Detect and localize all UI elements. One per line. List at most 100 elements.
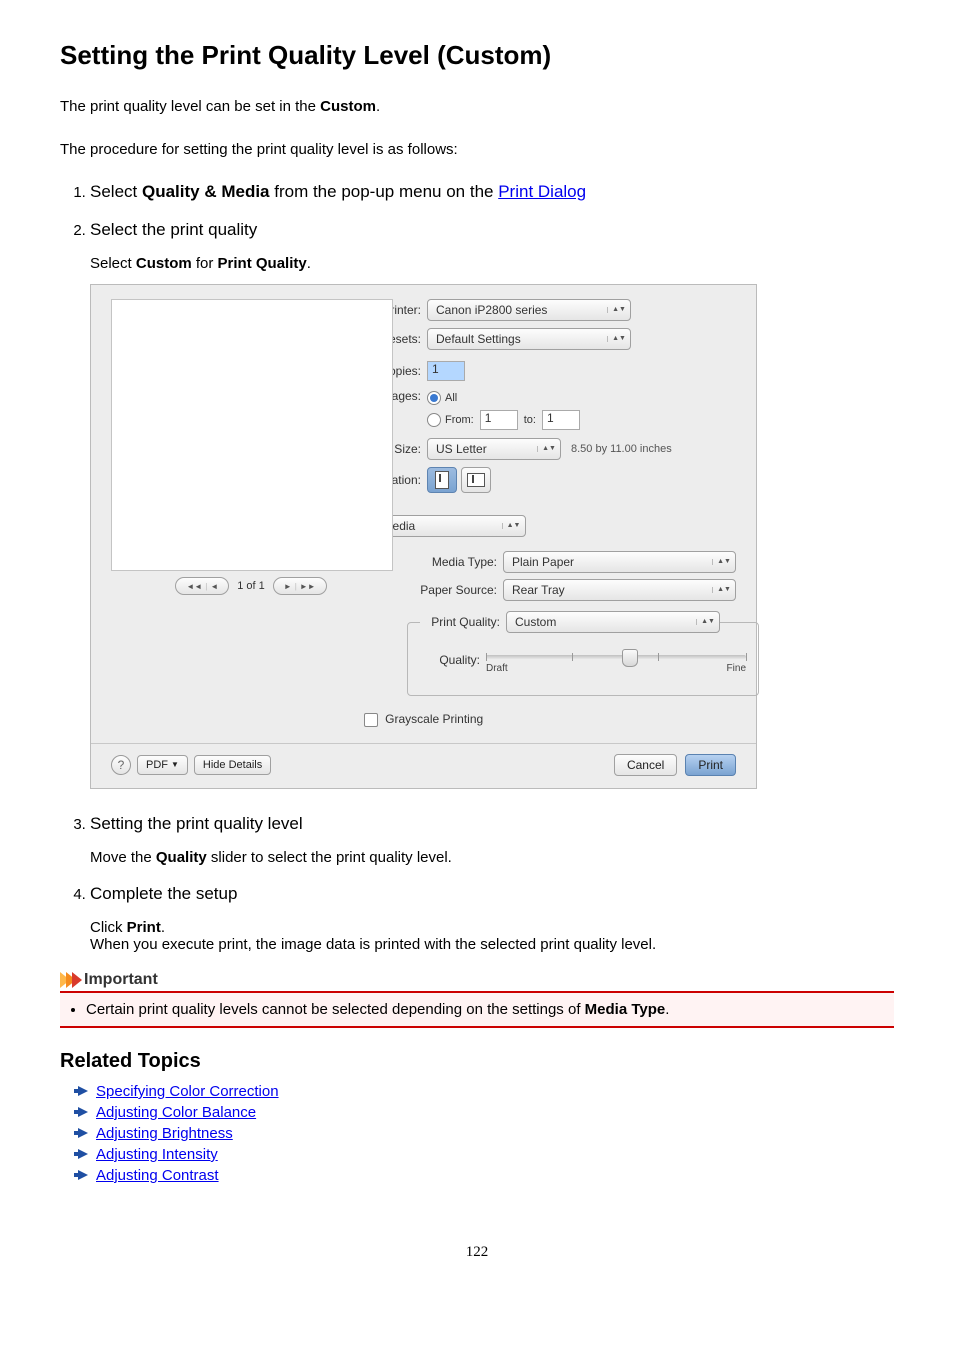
pages-all-label: All <box>445 392 457 404</box>
arrow-icon <box>78 1128 88 1138</box>
printquality-label: Print Quality: <box>420 615 506 629</box>
page-title: Setting the Print Quality Level (Custom) <box>60 40 894 71</box>
hide-details-button[interactable]: Hide Details <box>194 755 271 775</box>
link-brightness[interactable]: Adjusting Brightness <box>96 1125 233 1142</box>
papersource-value: Rear Tray <box>512 583 565 597</box>
s4-l1-pre: Click <box>90 919 127 936</box>
arrow-icon <box>78 1107 88 1117</box>
printquality-select[interactable]: Custom ▲▼ <box>506 611 720 633</box>
link-contrast[interactable]: Adjusting Contrast <box>96 1167 219 1184</box>
page-number: 122 <box>60 1244 894 1261</box>
important-heading: Important <box>60 971 894 989</box>
pages-to-input[interactable]: 1 <box>542 410 580 430</box>
important-icon <box>60 972 78 988</box>
papersize-dim: 8.50 by 11.00 inches <box>571 443 672 455</box>
arrow-icon <box>78 1149 88 1159</box>
mediatype-select[interactable]: Plain Paper ▲▼ <box>503 551 736 573</box>
updown-icon: ▲▼ <box>607 307 626 313</box>
papersource-label: Paper Source: <box>407 583 503 597</box>
imp-post: . <box>665 1001 669 1018</box>
pages-to-label: to: <box>524 414 536 426</box>
updown-icon: ▲▼ <box>712 587 731 593</box>
updown-icon: ▲▼ <box>696 619 715 625</box>
intro-1: The print quality level can be set in th… <box>60 96 894 117</box>
link-intensity[interactable]: Adjusting Intensity <box>96 1146 218 1163</box>
imp-b: Media Type <box>585 1001 666 1018</box>
updown-icon: ▲▼ <box>502 523 521 529</box>
page-preview <box>111 299 393 571</box>
print-button[interactable]: Print <box>685 754 736 776</box>
important-heading-text: Important <box>84 971 158 989</box>
papersize-select[interactable]: US Letter ▲▼ <box>427 438 561 460</box>
quality-max-label: Fine <box>727 663 746 674</box>
intro-1-pre: The print quality level can be set in th… <box>60 98 320 115</box>
papersource-select[interactable]: Rear Tray ▲▼ <box>503 579 736 601</box>
intro-1-bold: Custom <box>320 98 376 115</box>
step-3: Setting the print quality level <box>90 814 303 833</box>
step-3-sub: Move the Quality slider to select the pr… <box>90 849 894 866</box>
printer-select[interactable]: Canon iP2800 series ▲▼ <box>427 299 631 321</box>
chevron-down-icon: ▼ <box>171 760 179 769</box>
quality-slider-label: Quality: <box>420 653 486 667</box>
orientation-landscape[interactable] <box>461 467 491 493</box>
arrow-icon <box>78 1170 88 1180</box>
papersize-value: US Letter <box>436 442 487 456</box>
important-note: Certain print quality levels cannot be s… <box>60 991 894 1028</box>
intro-2: The procedure for setting the print qual… <box>60 139 894 160</box>
pager-text: 1 of 1 <box>237 580 265 592</box>
pdf-menu[interactable]: PDF▼ <box>137 755 188 775</box>
slider-tick <box>658 653 659 661</box>
orientation-portrait[interactable] <box>427 467 457 493</box>
step-2-sub: Select Custom for Print Quality. <box>90 255 894 272</box>
s4-l1-b: Print <box>127 919 161 936</box>
link-color-correction[interactable]: Specifying Color Correction <box>96 1083 279 1100</box>
portrait-icon <box>435 471 449 489</box>
slider-tick <box>572 653 573 661</box>
step-4: Complete the setup <box>90 884 237 903</box>
s2-mid: for <box>192 255 218 272</box>
presets-select[interactable]: Default Settings ▲▼ <box>427 328 631 350</box>
step1-mid: from the pop-up menu on the <box>270 182 499 201</box>
s2-post: . <box>307 255 311 272</box>
pager-first-prev[interactable]: ◄◄|◄ <box>175 577 229 595</box>
s3-b: Quality <box>156 849 207 866</box>
pages-all-radio[interactable] <box>427 391 441 405</box>
quality-slider[interactable]: Draft Fine <box>486 645 746 675</box>
imp-pre: Certain print quality levels cannot be s… <box>86 1001 585 1018</box>
pages-range-radio[interactable] <box>427 413 441 427</box>
link-color-balance[interactable]: Adjusting Color Balance <box>96 1104 256 1121</box>
mediatype-value: Plain Paper <box>512 555 574 569</box>
related-topics-heading: Related Topics <box>60 1050 894 1073</box>
s3-post: slider to select the print quality level… <box>207 849 452 866</box>
slider-tick <box>486 653 487 661</box>
arrow-icon <box>78 1086 88 1096</box>
s3-pre: Move the <box>90 849 156 866</box>
s2-b1: Custom <box>136 255 192 272</box>
s2-pre: Select <box>90 255 136 272</box>
help-button[interactable]: ? <box>111 755 131 775</box>
grayscale-checkbox[interactable] <box>364 713 378 727</box>
step1-pre: Select <box>90 182 142 201</box>
pager-next-last[interactable]: ►|►► <box>273 577 327 595</box>
print-dialog: ◄◄|◄ 1 of 1 ►|►► Printer: Canon iP2800 s… <box>90 284 757 789</box>
presets-value: Default Settings <box>436 332 521 346</box>
related-topics-list: Specifying Color Correction Adjusting Co… <box>60 1083 894 1184</box>
s4-l2: When you execute print, the image data i… <box>90 936 656 953</box>
pages-from-input[interactable]: 1 <box>480 410 518 430</box>
copies-input[interactable]: 1 <box>427 361 465 381</box>
pdf-label: PDF <box>146 759 168 771</box>
updown-icon: ▲▼ <box>537 446 556 452</box>
s4-l1-post: . <box>161 919 165 936</box>
updown-icon: ▲▼ <box>607 336 626 342</box>
slider-track <box>486 655 746 659</box>
mediatype-label: Media Type: <box>407 555 503 569</box>
s2-b2: Print Quality <box>218 255 307 272</box>
step-4-sub: Click Print. When you execute print, the… <box>90 919 894 953</box>
intro-1-post: . <box>376 98 380 115</box>
updown-icon: ▲▼ <box>712 559 731 565</box>
cancel-button[interactable]: Cancel <box>614 754 677 776</box>
printer-value: Canon iP2800 series <box>436 303 547 317</box>
step-1: Select Quality & Media from the pop-up m… <box>90 182 586 201</box>
slider-tick <box>746 653 747 661</box>
print-dialog-link[interactable]: Print Dialog <box>498 182 586 201</box>
